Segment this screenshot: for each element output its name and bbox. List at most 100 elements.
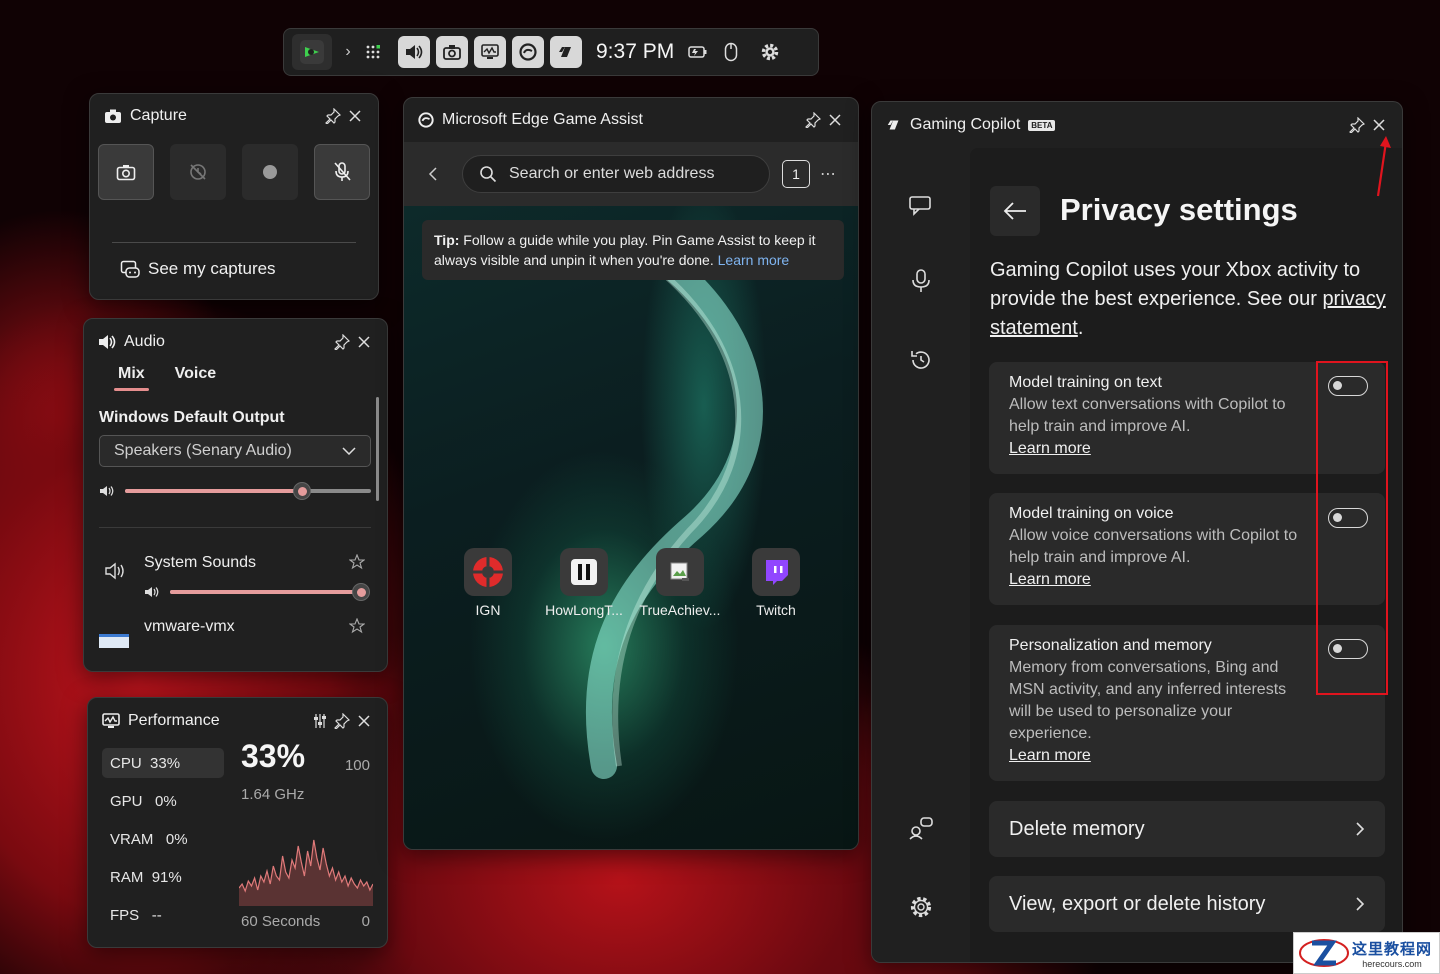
pin-icon[interactable] [331, 710, 353, 732]
view-history-button[interactable]: View, export or delete history [989, 876, 1385, 932]
close-icon[interactable] [353, 710, 375, 732]
watermark-icon [1299, 939, 1349, 967]
shortcut-howlongtobeat[interactable]: HowLongT... [538, 548, 630, 618]
pin-icon[interactable] [331, 331, 353, 353]
microphone-icon[interactable] [910, 268, 932, 294]
see-captures-link[interactable]: See my captures [90, 243, 378, 279]
star-icon[interactable] [349, 554, 365, 570]
edge-icon [519, 43, 537, 61]
arrow-left-icon [1003, 202, 1026, 220]
record-dot-icon [263, 165, 277, 179]
settings-gear-icon[interactable] [908, 894, 934, 920]
delete-memory-button[interactable]: Delete memory [989, 801, 1385, 857]
app-name: System Sounds [144, 554, 257, 571]
learn-more-link[interactable]: Learn more [1009, 747, 1091, 765]
history-icon[interactable] [909, 348, 933, 372]
record-last-button[interactable] [170, 144, 226, 200]
shortcut-ign[interactable]: IGN [458, 548, 518, 618]
close-icon[interactable] [344, 105, 366, 127]
master-volume-slider[interactable] [125, 482, 371, 500]
mouse-icon [724, 42, 738, 62]
shortcut-trueachievements[interactable]: TrueAchiev... [632, 548, 728, 618]
game-bar-top: › 9:37 PM [283, 28, 819, 76]
back-button[interactable] [990, 186, 1040, 236]
copilot-icon [559, 47, 571, 57]
graph-max: 100 [344, 757, 370, 774]
clock-time: 9:37 PM [596, 40, 675, 63]
monitor-pulse-icon [481, 44, 499, 59]
tip-learn-more-link[interactable]: Learn more [718, 252, 790, 268]
metric-label: VRAM [110, 830, 154, 848]
shortcut-label: Twitch [756, 602, 796, 618]
battery-icon [688, 45, 708, 59]
xbox-icon [300, 40, 324, 64]
shortcut-twitch[interactable]: Twitch [742, 548, 810, 618]
record-button[interactable] [242, 144, 298, 200]
ign-logo-icon [473, 557, 503, 587]
metric-label: RAM [110, 868, 144, 886]
xbox-home-button[interactable] [292, 34, 332, 70]
shortcut-label: TrueAchiev... [639, 602, 721, 618]
vmware-app-icon [99, 634, 129, 648]
edge-title: Microsoft Edge Game Assist [442, 111, 643, 128]
star-icon[interactable] [349, 618, 365, 634]
widget-menu-icon[interactable] [358, 45, 388, 59]
tab-count-button[interactable]: 1 [782, 160, 810, 188]
more-options-icon[interactable]: ⋯ [810, 164, 846, 184]
edge-widget-button[interactable] [512, 36, 544, 68]
metric-vram[interactable]: VRAM 0% [102, 824, 224, 854]
copilot-icon [887, 120, 899, 130]
metric-fps[interactable]: FPS -- [102, 900, 224, 930]
performance-widget-button[interactable] [474, 36, 506, 68]
pin-icon[interactable] [802, 109, 824, 131]
output-device-value: Speakers (Senary Audio) [114, 442, 292, 459]
chat-icon[interactable] [908, 194, 934, 218]
delete-memory-label: Delete memory [1009, 817, 1145, 840]
capture-widget: Capture See my captures [89, 93, 379, 300]
tab-mix[interactable]: Mix [114, 365, 149, 391]
output-device-select[interactable]: Speakers (Senary Audio) [99, 435, 371, 467]
pin-icon[interactable] [1346, 114, 1368, 136]
pin-icon[interactable] [322, 105, 344, 127]
settings-gear-icon[interactable] [760, 42, 780, 62]
metric-ram[interactable]: RAM 91% [102, 862, 224, 892]
volume-icon [100, 486, 114, 496]
learn-more-link[interactable]: Learn more [1009, 440, 1091, 458]
cpu-graph-area [239, 840, 373, 906]
system-sounds-slider[interactable] [170, 583, 371, 601]
mic-mute-button[interactable] [314, 144, 370, 200]
broken-image-icon [670, 562, 689, 581]
page-title: Privacy settings [1060, 192, 1298, 227]
search-input[interactable]: Search or enter web address [462, 155, 770, 193]
learn-more-link[interactable]: Learn more [1009, 571, 1091, 589]
screenshot-button[interactable] [98, 144, 154, 200]
back-icon[interactable] [416, 166, 450, 182]
gallery-gamepad-icon [120, 260, 140, 278]
app-name: vmware-vmx [144, 618, 235, 635]
chevron-right-icon[interactable]: › [338, 43, 358, 61]
performance-widget: Performance CPU 33% GPU 0% VRAM 0% RAM 9… [87, 697, 388, 948]
capture-title: Capture [130, 107, 187, 124]
setting-description: Allow voice conversations with Copilot t… [1009, 527, 1298, 566]
close-icon[interactable] [353, 331, 375, 353]
tab-voice[interactable]: Voice [175, 365, 217, 391]
scrollbar[interactable] [376, 397, 379, 501]
people-feedback-icon[interactable] [908, 816, 934, 840]
setting-title: Model training on text [1009, 374, 1162, 391]
edge-game-assist-widget: Microsoft Edge Game Assist Search or ent… [403, 97, 859, 850]
metric-gpu[interactable]: GPU 0% [102, 786, 224, 816]
capture-widget-button[interactable] [436, 36, 468, 68]
search-icon [480, 166, 497, 183]
copilot-widget-button[interactable] [550, 36, 582, 68]
mic-off-icon [334, 162, 351, 181]
metric-cpu[interactable]: CPU 33% [102, 748, 224, 778]
setting-title: Personalization and memory [1009, 637, 1212, 654]
close-icon[interactable] [824, 109, 846, 131]
options-sliders-icon[interactable] [309, 710, 331, 732]
shortcut-label: HowLongT... [545, 602, 623, 618]
camera-icon [116, 165, 136, 181]
audio-widget-button[interactable] [398, 36, 430, 68]
close-icon[interactable] [1368, 114, 1390, 136]
edge-content: Tip: Follow a guide while you play. Pin … [404, 206, 858, 849]
graph-min: 0 [361, 913, 370, 930]
